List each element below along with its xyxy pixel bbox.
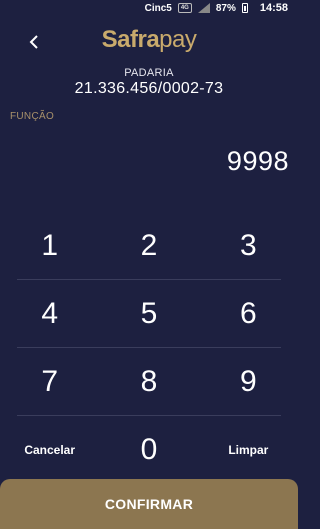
confirm-button[interactable]: CONFIRMAR [0, 479, 298, 529]
value-display: 9998 [226, 146, 289, 176]
status-bar: Cinc5 4G 87% 14:58 [0, 0, 298, 16]
safrapay-logo: Safrapay [0, 26, 298, 54]
battery-icon [241, 3, 248, 13]
merchant-cnpj: 21.336.456/0002-73 [74, 80, 224, 97]
merchant-name: PADARIA [124, 67, 174, 79]
function-label: FUNÇÃO [10, 111, 55, 122]
keypad-row: 4 5 6 [0, 280, 298, 347]
keypad-row: Cancelar 0 Limpar [0, 416, 298, 483]
key-8[interactable]: 8 [99, 348, 198, 415]
logo-bold-part: Safra [101, 26, 160, 53]
key-3[interactable]: 3 [199, 212, 298, 279]
clear-button[interactable]: Limpar [199, 416, 298, 483]
logo-light-part: pay [159, 26, 197, 53]
clock: 14:58 [259, 2, 288, 14]
key-6[interactable]: 6 [199, 280, 298, 347]
keypad-row: 7 8 9 [0, 348, 298, 415]
keypad-row: 1 2 3 [0, 212, 298, 279]
numeric-keypad: 1 2 3 4 5 6 7 8 9 Cancelar 0 Limpar [0, 212, 298, 483]
key-0[interactable]: 0 [99, 416, 198, 483]
key-4[interactable]: 4 [0, 280, 99, 347]
key-5[interactable]: 5 [99, 280, 198, 347]
carrier-label: Cinc5 [144, 2, 172, 14]
signal-icon [197, 3, 210, 13]
cancel-button[interactable]: Cancelar [0, 416, 99, 483]
key-2[interactable]: 2 [99, 212, 198, 279]
key-1[interactable]: 1 [0, 212, 99, 279]
merchant-info: PADARIA 21.336.456/0002-73 [0, 67, 298, 98]
network-badge: 4G [177, 3, 192, 13]
battery-percent: 87% [215, 2, 236, 14]
app-header: Safrapay [0, 20, 298, 64]
key-7[interactable]: 7 [0, 348, 99, 415]
key-9[interactable]: 9 [199, 348, 298, 415]
